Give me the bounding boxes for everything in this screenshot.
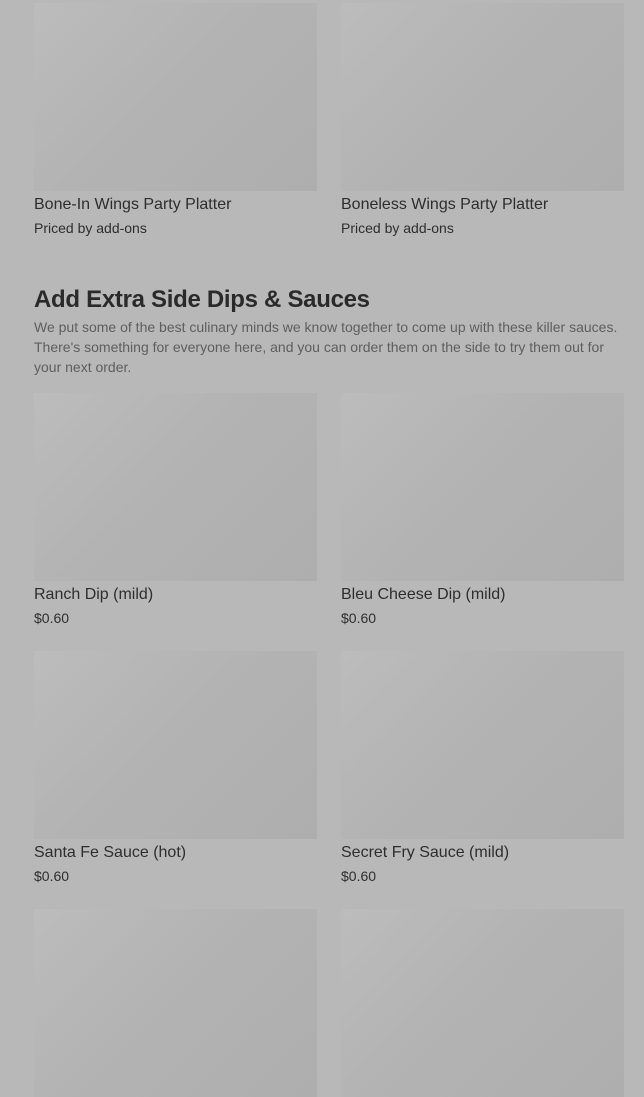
section-description: We put some of the best culinary minds w… <box>34 319 618 375</box>
menu-item-name: Ranch Dip (mild) <box>34 586 154 603</box>
menu-item-price: $0.60 <box>34 868 70 884</box>
menu-item-card[interactable]: Secret Fry Sauce (mild) $0.60 <box>341 651 624 885</box>
menu-item-price: Priced by add-ons <box>34 220 147 236</box>
menu-item-price: $0.60 <box>341 610 377 626</box>
menu-item-image <box>341 393 624 581</box>
menu-item-card[interactable]: Bleu Cheese Dip (mild) $0.60 <box>341 393 624 627</box>
menu-item-image <box>34 651 317 839</box>
menu-item-card[interactable]: Santa Fe Sauce (hot) $0.60 <box>34 651 317 885</box>
menu-item-name: Bleu Cheese Dip (mild) <box>341 586 506 603</box>
menu-item-image <box>341 3 624 191</box>
menu-item-price: $0.60 <box>341 868 377 884</box>
menu-item-name: Bone-In Wings Party Platter <box>34 196 232 213</box>
menu-item-card[interactable] <box>341 909 624 1097</box>
menu-item-image <box>341 909 624 1097</box>
menu-item-name: Santa Fe Sauce (hot) <box>34 844 187 861</box>
menu-item-image <box>341 651 624 839</box>
section-title: Add Extra Side Dips & Sauces <box>34 286 370 313</box>
menu-item-price: $0.60 <box>34 610 70 626</box>
menu-item-card[interactable]: Boneless Wings Party Platter Priced by a… <box>341 3 624 237</box>
menu-item-image <box>34 393 317 581</box>
menu-item-price: Priced by add-ons <box>341 220 454 236</box>
menu-item-image <box>34 909 317 1097</box>
menu-item-image <box>34 3 317 191</box>
menu-item-card[interactable]: Bone-In Wings Party Platter Priced by ad… <box>34 3 317 237</box>
menu-item-card[interactable]: Ranch Dip (mild) $0.60 <box>34 393 317 627</box>
menu-item-name: Secret Fry Sauce (mild) <box>341 844 510 861</box>
menu-item-name: Boneless Wings Party Platter <box>341 196 549 213</box>
menu-item-card[interactable] <box>34 909 317 1097</box>
